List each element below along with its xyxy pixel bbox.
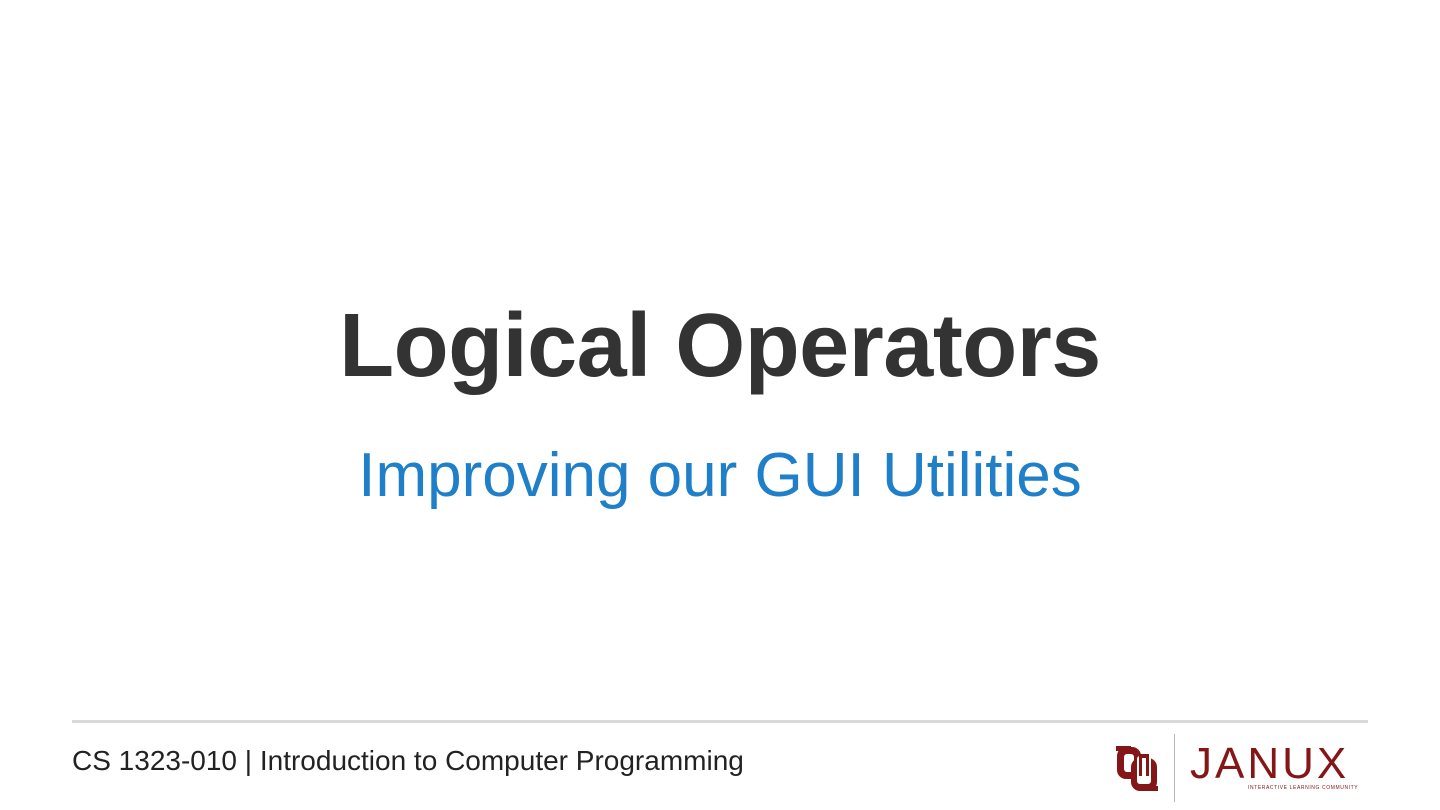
janux-tagline: INTERACTIVE LEARNING COMMUNITY [1248,785,1359,791]
janux-wordmark: JANUX [1190,739,1350,788]
logo-divider [1174,734,1175,802]
slide-subtitle: Improving our GUI Utilities [358,441,1082,510]
footer-logos: JANUX INTERACTIVE LEARNING COMMUNITY [1112,732,1374,804]
course-footer-text: CS 1323-010 | Introduction to Computer P… [72,745,744,776]
slide: Logical Operators Improving our GUI Util… [0,0,1440,810]
footer-divider [72,720,1368,723]
slide-title: Logical Operators [339,296,1101,396]
ou-logo-icon [1116,746,1158,791]
